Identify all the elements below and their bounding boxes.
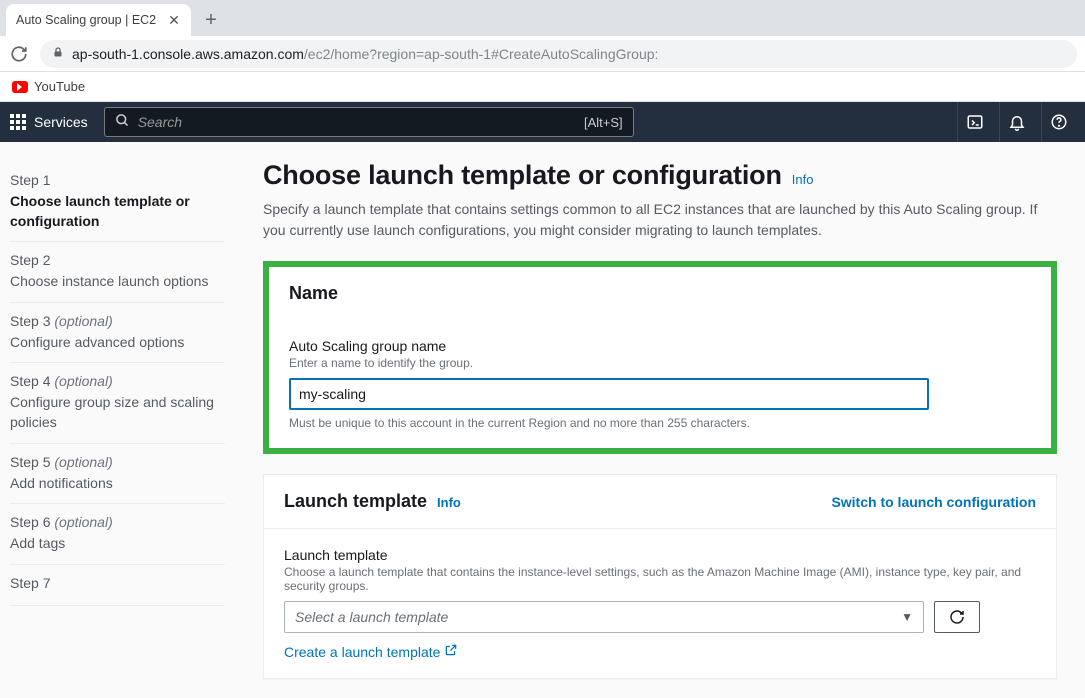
step-title: Configure group size and scaling policie… <box>10 393 225 432</box>
bookmark-youtube[interactable]: YouTube <box>12 79 85 94</box>
address-bar: ap-south-1.console.aws.amazon.com/ec2/ho… <box>0 36 1085 72</box>
switch-to-launch-config-link[interactable]: Switch to launch configuration <box>831 494 1036 510</box>
bookmarks-bar: YouTube <box>0 72 1085 102</box>
wizard-step-6[interactable]: Step 6 (optional) Add tags <box>10 504 225 565</box>
step-number: Step 6 (optional) <box>10 514 225 530</box>
page-description: Specify a launch template that contains … <box>263 199 1057 241</box>
chevron-down-icon: ▼ <box>901 610 913 624</box>
wizard-step-4[interactable]: Step 4 (optional) Configure group size an… <box>10 363 225 443</box>
youtube-icon <box>12 81 28 93</box>
help-icon[interactable] <box>1041 102 1075 142</box>
wizard-step-5[interactable]: Step 5 (optional) Add notifications <box>10 444 225 505</box>
new-tab-button[interactable]: + <box>197 6 225 34</box>
tab-title: Auto Scaling group | EC2 <box>16 13 159 27</box>
wizard-steps-sidebar: Step 1 Choose launch template or configur… <box>0 142 235 698</box>
asg-name-hint: Must be unique to this account in the cu… <box>289 416 1031 430</box>
refresh-button[interactable] <box>934 601 980 633</box>
cloudshell-icon[interactable] <box>957 102 991 142</box>
search-placeholder: Search <box>138 114 576 130</box>
asg-name-label: Auto Scaling group name <box>289 338 1031 354</box>
reload-icon[interactable] <box>8 43 30 65</box>
search-shortcut-hint: [Alt+S] <box>584 115 623 130</box>
highlight-annotation: Name Auto Scaling group name Enter a nam… <box>263 261 1057 454</box>
services-link[interactable]: Services <box>34 114 88 130</box>
launch-template-sublabel: Choose a launch template that contains t… <box>284 565 1036 593</box>
step-number: Step 2 <box>10 252 225 268</box>
name-panel-header: Name <box>269 267 1051 320</box>
step-title: Add notifications <box>10 474 225 494</box>
step-number: Step 7 <box>10 575 225 591</box>
launch-template-label: Launch template <box>284 547 1036 563</box>
services-grid-icon[interactable] <box>10 114 26 130</box>
url-path: /ec2/home?region=ap-south-1#CreateAutoSc… <box>304 46 659 62</box>
lock-icon <box>52 45 64 62</box>
launch-panel-header: Launch template <box>284 491 427 512</box>
info-link[interactable]: Info <box>792 172 814 187</box>
page-title: Choose launch template or configuration <box>263 160 782 191</box>
wizard-step-7[interactable]: Step 7 <box>10 565 225 606</box>
step-title: Configure advanced options <box>10 333 225 353</box>
browser-tab[interactable]: Auto Scaling group | EC2 ✕ <box>6 4 191 36</box>
nav-search[interactable]: Search [Alt+S] <box>104 107 634 137</box>
search-icon <box>115 113 130 131</box>
browser-tab-strip: Auto Scaling group | EC2 ✕ + <box>0 0 1085 36</box>
step-title: Choose instance launch options <box>10 272 225 292</box>
step-number: Step 5 (optional) <box>10 454 225 470</box>
notifications-icon[interactable] <box>999 102 1033 142</box>
asg-name-input[interactable] <box>289 378 929 410</box>
create-launch-template-link[interactable]: Create a launch template <box>284 643 458 660</box>
step-title: Choose launch template or configuration <box>10 192 225 231</box>
launch-info-link[interactable]: Info <box>437 495 461 510</box>
wizard-step-2[interactable]: Step 2 Choose instance launch options <box>10 242 225 303</box>
url-input[interactable]: ap-south-1.console.aws.amazon.com/ec2/ho… <box>40 40 1077 68</box>
main-container: Step 1 Choose launch template or configur… <box>0 142 1085 698</box>
url-domain: ap-south-1.console.aws.amazon.com <box>72 46 304 62</box>
step-number: Step 3 (optional) <box>10 313 225 329</box>
step-title: Add tags <box>10 534 225 554</box>
launch-template-select[interactable]: Select a launch template ▼ <box>284 601 924 633</box>
asg-name-sublabel: Enter a name to identify the group. <box>289 356 1031 370</box>
step-number: Step 4 (optional) <box>10 373 225 389</box>
content-area: Choose launch template or configuration … <box>235 142 1085 698</box>
close-icon[interactable]: ✕ <box>167 13 181 27</box>
name-panel: Name Auto Scaling group name Enter a nam… <box>269 267 1051 448</box>
wizard-step-3[interactable]: Step 3 (optional) Configure advanced opti… <box>10 303 225 364</box>
launch-template-panel: Launch template Info Switch to launch co… <box>263 474 1057 679</box>
external-link-icon <box>444 643 458 660</box>
wizard-step-1[interactable]: Step 1 Choose launch template or configur… <box>10 162 225 242</box>
step-number: Step 1 <box>10 172 225 188</box>
aws-nav-bar: Services Search [Alt+S] <box>0 102 1085 142</box>
